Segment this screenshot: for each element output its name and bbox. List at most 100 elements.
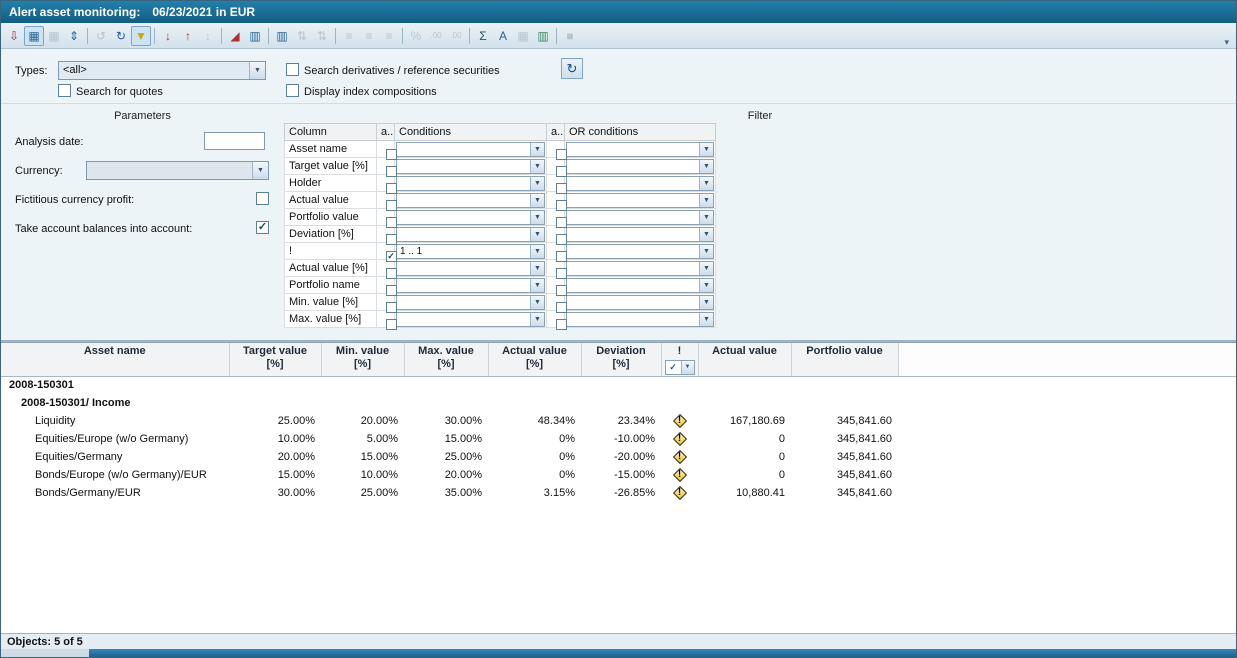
filter-or-checkbox[interactable] <box>556 166 565 175</box>
group-row[interactable]: 2008-150301 <box>1 376 1236 394</box>
analysis-date-input[interactable] <box>204 132 265 150</box>
chevron-down-icon[interactable]: ▼ <box>699 279 713 292</box>
filter-or-condition-dropdown[interactable]: ▼ <box>566 261 714 276</box>
search-derivatives-checkbox[interactable] <box>286 63 299 76</box>
filter-or-condition-dropdown[interactable]: ▼ <box>566 278 714 293</box>
filter-and-checkbox[interactable]: ✓ <box>386 251 395 260</box>
filter-and-checkbox[interactable] <box>386 217 395 226</box>
column-header-portfolio-value[interactable]: Portfolio value <box>791 343 898 376</box>
goto-alert-down-icon[interactable]: ↓ <box>158 26 178 46</box>
chart-icon[interactable]: ▥ <box>533 26 553 46</box>
chevron-down-icon[interactable]: ▼ <box>699 211 713 224</box>
chevron-down-icon[interactable]: ▼ <box>249 62 265 79</box>
filter-or-condition-dropdown[interactable]: ▼ <box>566 244 714 259</box>
filter-or-checkbox[interactable] <box>556 183 565 192</box>
statistics-icon[interactable]: ▥ <box>272 26 292 46</box>
chevron-down-icon[interactable]: ▼ <box>699 296 713 309</box>
refresh-button[interactable]: ↻ <box>561 58 583 79</box>
chevron-down-icon[interactable]: ▼ <box>699 262 713 275</box>
chevron-down-icon[interactable]: ▼ <box>681 361 694 374</box>
filter-condition-dropdown[interactable]: ▼ <box>396 261 545 276</box>
fictitious-profit-checkbox[interactable] <box>256 192 269 205</box>
asset-row[interactable]: Equities/Germany20.00%15.00%25.00%0%-20.… <box>1 448 1236 466</box>
chevron-down-icon[interactable]: ▼ <box>530 296 544 309</box>
calculator-icon[interactable]: ◢ <box>225 26 245 46</box>
filter-or-checkbox[interactable] <box>556 149 565 158</box>
column-header-actual-value-pct[interactable]: Actual value[%] <box>488 343 581 376</box>
font-icon[interactable]: A <box>493 26 513 46</box>
filter-or-checkbox[interactable] <box>556 200 565 209</box>
column-header-target-value[interactable]: Target value[%] <box>229 343 321 376</box>
filter-or-condition-dropdown[interactable]: ▼ <box>566 176 714 191</box>
column-chart-icon[interactable]: ▥ <box>245 26 265 46</box>
filter-and-checkbox[interactable] <box>386 183 395 192</box>
filter-and-checkbox[interactable] <box>386 234 395 243</box>
currency-dropdown[interactable]: ▼ <box>86 161 269 180</box>
filter-condition-dropdown[interactable]: 1 .. 1▼ <box>396 244 545 259</box>
asset-row[interactable]: Bonds/Europe (w/o Germany)/EUR15.00%10.0… <box>1 466 1236 484</box>
filter-and-checkbox[interactable] <box>386 200 395 209</box>
toolbar-overflow-icon[interactable]: ▾ <box>1220 37 1233 48</box>
filter-and-checkbox[interactable] <box>386 302 395 311</box>
filter-or-checkbox[interactable] <box>556 319 565 328</box>
filter-or-condition-dropdown[interactable]: ▼ <box>566 142 714 157</box>
chevron-down-icon[interactable]: ▼ <box>530 279 544 292</box>
chevron-down-icon[interactable]: ▼ <box>530 177 544 190</box>
asset-row[interactable]: Bonds/Germany/EUR30.00%25.00%35.00%3.15%… <box>1 484 1236 502</box>
import-table-icon[interactable]: ⇩ <box>4 26 24 46</box>
chevron-down-icon[interactable]: ▼ <box>699 228 713 241</box>
refresh-icon[interactable]: ↻ <box>111 26 131 46</box>
filter-table-icon[interactable]: ▦ <box>24 26 44 46</box>
column-header-min-value[interactable]: Min. value[%] <box>321 343 404 376</box>
asset-row[interactable]: Liquidity25.00%20.00%30.00%48.34%23.34%!… <box>1 412 1236 430</box>
chevron-down-icon[interactable]: ▼ <box>530 160 544 173</box>
chevron-down-icon[interactable]: ▼ <box>530 143 544 156</box>
filter-condition-dropdown[interactable]: ▼ <box>396 295 545 310</box>
chevron-down-icon[interactable]: ▼ <box>699 194 713 207</box>
column-header-max-value[interactable]: Max. value[%] <box>404 343 488 376</box>
filter-and-checkbox[interactable] <box>386 285 395 294</box>
group-row[interactable]: 2008-150301/ Income <box>1 394 1236 412</box>
filter-and-checkbox[interactable] <box>386 319 395 328</box>
sum-icon[interactable]: Σ <box>473 26 493 46</box>
asset-row[interactable]: Equities/Europe (w/o Germany)10.00%5.00%… <box>1 430 1236 448</box>
filter-or-condition-dropdown[interactable]: ▼ <box>566 227 714 242</box>
filter-and-checkbox[interactable] <box>386 268 395 277</box>
filter-and-checkbox[interactable] <box>386 166 395 175</box>
filter-or-condition-dropdown[interactable]: ▼ <box>566 312 714 327</box>
chevron-down-icon[interactable]: ▼ <box>530 313 544 326</box>
chevron-down-icon[interactable]: ▼ <box>530 245 544 258</box>
filter-or-checkbox[interactable] <box>556 302 565 311</box>
alert-filter-dropdown[interactable]: ✓▼ <box>665 360 695 375</box>
filter-or-checkbox[interactable] <box>556 234 565 243</box>
chevron-down-icon[interactable]: ▼ <box>530 262 544 275</box>
chevron-down-icon[interactable]: ▼ <box>699 160 713 173</box>
chevron-down-icon[interactable]: ▼ <box>530 228 544 241</box>
column-header-deviation[interactable]: Deviation[%] <box>581 343 661 376</box>
column-header-actual-value[interactable]: Actual value <box>698 343 791 376</box>
filter-or-checkbox[interactable] <box>556 268 565 277</box>
filter-or-checkbox[interactable] <box>556 217 565 226</box>
chevron-down-icon[interactable]: ▼ <box>530 194 544 207</box>
filter-condition-dropdown[interactable]: ▼ <box>396 193 545 208</box>
filter-or-condition-dropdown[interactable]: ▼ <box>566 210 714 225</box>
chevron-down-icon[interactable]: ▼ <box>252 162 268 179</box>
chevron-down-icon[interactable]: ▼ <box>699 177 713 190</box>
filter-condition-dropdown[interactable]: ▼ <box>396 312 545 327</box>
filter-and-checkbox[interactable] <box>386 149 395 158</box>
filter-or-condition-dropdown[interactable]: ▼ <box>566 295 714 310</box>
account-balances-checkbox[interactable]: ✓ <box>256 221 269 234</box>
filter-or-condition-dropdown[interactable]: ▼ <box>566 159 714 174</box>
display-index-checkbox[interactable] <box>286 84 299 97</box>
search-quotes-checkbox[interactable] <box>58 84 71 97</box>
types-dropdown[interactable]: <all> ▼ <box>58 61 266 80</box>
filter-funnel-icon[interactable]: ▼ <box>131 26 151 46</box>
filter-condition-dropdown[interactable]: ▼ <box>396 142 545 157</box>
filter-or-condition-dropdown[interactable]: ▼ <box>566 193 714 208</box>
filter-condition-dropdown[interactable]: ▼ <box>396 210 545 225</box>
filter-or-checkbox[interactable] <box>556 251 565 260</box>
column-header-asset-name[interactable]: Asset name <box>1 343 229 376</box>
filter-condition-dropdown[interactable]: ▼ <box>396 227 545 242</box>
filter-condition-dropdown[interactable]: ▼ <box>396 278 545 293</box>
goto-alert-up-icon[interactable]: ↑ <box>178 26 198 46</box>
